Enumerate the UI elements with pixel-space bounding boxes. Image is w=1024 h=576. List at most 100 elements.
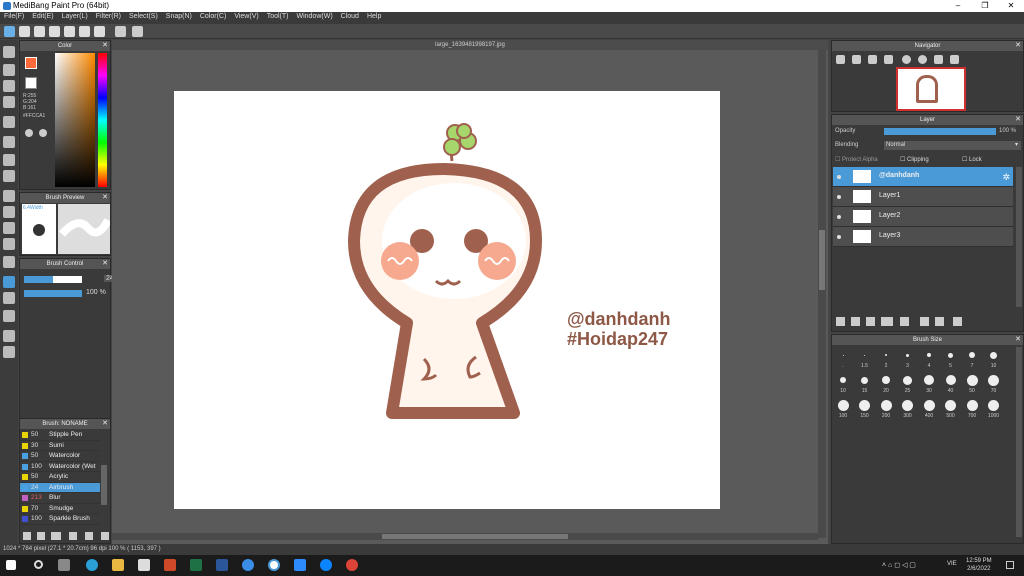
brush-size-preset[interactable] [840, 377, 846, 383]
menu-color[interactable]: Color(C) [196, 12, 230, 21]
brush-size-preset[interactable] [923, 399, 935, 411]
layer-menu-icon[interactable] [881, 317, 893, 326]
gradient-tool-icon[interactable] [3, 170, 15, 182]
color-history-icon[interactable] [39, 129, 47, 137]
hue-slider[interactable] [98, 53, 107, 187]
layer-visibility-icon[interactable] [837, 175, 841, 179]
file-explorer-icon[interactable] [112, 559, 124, 571]
brush-size-preset[interactable] [837, 399, 849, 411]
operation-tool-icon[interactable] [3, 292, 15, 304]
powerpoint-icon[interactable] [164, 559, 176, 571]
brush-list-scrollbar[interactable] [101, 465, 107, 505]
brush-size-preset[interactable] [945, 399, 956, 411]
layer-row[interactable]: Layer2 [833, 207, 1013, 227]
excel-icon[interactable] [190, 559, 202, 571]
protect-alpha-checkbox[interactable]: ☐ Protect Alpha [835, 156, 878, 163]
tray-icons[interactable]: ˄ ⌂ ◻ ◁ ▢ [882, 561, 916, 569]
brush-size-preset[interactable] [882, 376, 890, 384]
brush-size-preset[interactable] [902, 399, 913, 411]
lock-checkbox[interactable]: ☐ Lock [962, 156, 982, 163]
brush-opacity-slider[interactable] [24, 290, 82, 297]
hand-tool-icon[interactable] [3, 346, 15, 358]
layer-folder-icon[interactable] [900, 317, 909, 326]
actual-size-icon[interactable] [884, 55, 893, 64]
brush-size-preset[interactable] [966, 374, 978, 386]
zalo-icon[interactable] [320, 559, 332, 571]
zoom-out-icon[interactable] [852, 55, 861, 64]
brush-size-preset[interactable] [861, 376, 868, 384]
start-icon[interactable] [6, 560, 16, 570]
shape-tool-icon[interactable] [3, 80, 15, 92]
delete-brush-icon[interactable] [101, 532, 109, 540]
menu-view[interactable]: View(V) [230, 12, 262, 21]
lasso-tool-icon[interactable] [3, 206, 15, 218]
maximize-button[interactable]: ❐ [972, 0, 998, 12]
brush-size-preset[interactable] [988, 399, 999, 411]
select-eraser-tool-icon[interactable] [3, 256, 15, 268]
menu-edit[interactable]: Edit(E) [28, 12, 57, 21]
brush-list-item[interactable]: 30 Sumi [20, 441, 100, 451]
open-icon[interactable] [34, 26, 45, 37]
store-icon[interactable] [138, 559, 150, 571]
brush-size-preset[interactable] [948, 352, 953, 358]
flip-icon[interactable] [934, 55, 943, 64]
cloud-icon[interactable] [4, 26, 15, 37]
menu-filter[interactable]: Filter(R) [92, 12, 125, 21]
menu-file[interactable]: File(F) [0, 12, 28, 21]
document-tab[interactable]: large_1639481998197.jpg [112, 40, 828, 50]
menu-select[interactable]: Select(S) [125, 12, 162, 21]
background-color-swatch[interactable] [25, 77, 37, 89]
brush-size-preset[interactable] [927, 353, 931, 357]
medibang-taskbar-icon[interactable] [268, 559, 280, 571]
new-8bit-layer-icon[interactable] [866, 317, 875, 326]
grid-icon[interactable] [79, 26, 90, 37]
menu-cloud[interactable]: Cloud [337, 12, 363, 21]
brush-size-preset[interactable] [864, 354, 865, 356]
delete-layer-icon[interactable] [953, 317, 962, 326]
horizontal-scrollbar[interactable] [112, 533, 818, 540]
foreground-color-swatch[interactable] [25, 57, 37, 69]
brush-list-item[interactable]: 70 Smudge [20, 504, 100, 514]
brush-folder-icon[interactable] [85, 532, 93, 540]
divide-tool-icon[interactable] [3, 330, 15, 342]
undo-icon[interactable] [115, 26, 126, 37]
brush-size-preset[interactable] [906, 353, 909, 357]
brush-size-preset[interactable] [945, 375, 956, 385]
magic-wand-tool-icon[interactable] [3, 222, 15, 234]
vertical-scrollbar[interactable] [818, 50, 826, 538]
brush-size-preset[interactable] [885, 354, 887, 356]
zoom-app-icon[interactable] [294, 559, 306, 571]
saturation-value-picker[interactable] [55, 53, 95, 187]
brush-menu-icon[interactable] [51, 532, 61, 540]
edge-icon[interactable] [86, 559, 98, 571]
settings-icon[interactable] [94, 26, 105, 37]
merge-layer-icon[interactable] [935, 317, 944, 326]
menu-window[interactable]: Window(W) [292, 12, 336, 21]
layer-row[interactable]: Layer3 [833, 227, 1013, 247]
new-layer-icon[interactable] [836, 317, 845, 326]
copy-brush-icon[interactable] [37, 532, 45, 540]
brush-list-item[interactable]: 100 Sparkle Brush [20, 514, 100, 525]
new-halftone-layer-icon[interactable] [851, 317, 860, 326]
rotate-right-icon[interactable] [918, 55, 927, 64]
new-icon[interactable] [19, 26, 30, 37]
brush-size-preset[interactable] [924, 375, 934, 385]
search-icon[interactable] [34, 560, 43, 569]
layer-settings-icon[interactable]: ✲ [1002, 172, 1010, 183]
fit-icon[interactable] [868, 55, 877, 64]
select-rect-tool-icon[interactable] [3, 190, 15, 202]
export-icon[interactable] [64, 26, 75, 37]
brush-list-item[interactable]: 50 Acrylic [20, 472, 100, 483]
brush-size-preset[interactable] [969, 352, 975, 358]
check-tool-icon[interactable] [3, 96, 15, 108]
language-indicator[interactable]: VIE [947, 561, 957, 567]
brush-size-scrollbar[interactable] [1016, 347, 1022, 537]
notifications-icon[interactable] [1006, 561, 1014, 569]
bucket-tool-icon[interactable] [3, 154, 15, 166]
menu-help[interactable]: Help [363, 12, 385, 21]
reset-view-icon[interactable] [950, 55, 959, 64]
layer-opacity-slider[interactable] [884, 128, 996, 135]
layer-row[interactable]: @danhdanh ✲ [833, 167, 1013, 187]
drawing-paper[interactable]: @danhdanh #Hoidap247 [174, 91, 720, 509]
add-brush-icon[interactable] [23, 532, 31, 540]
